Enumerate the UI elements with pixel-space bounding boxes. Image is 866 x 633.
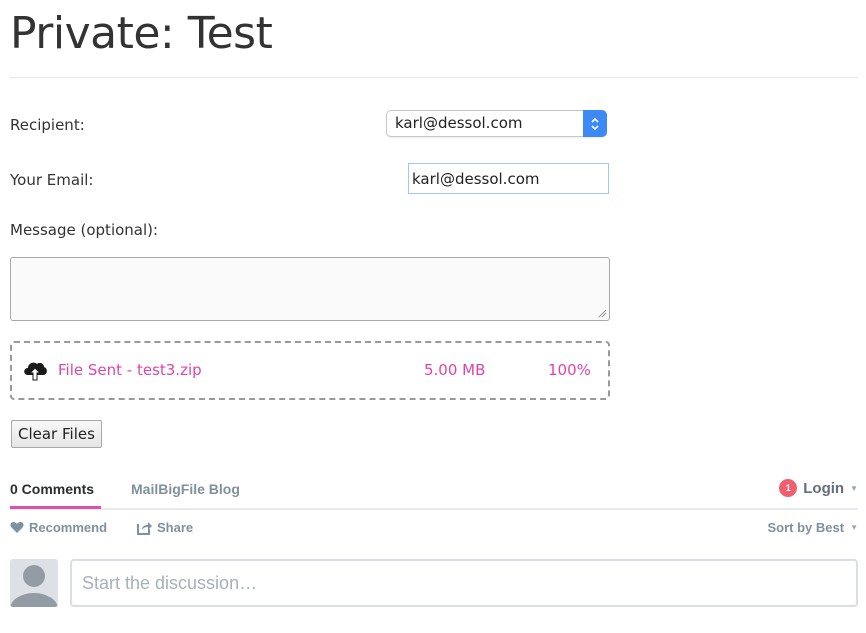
recipient-select-value: karl@dessol.com [395, 114, 523, 132]
cloud-upload-icon [24, 362, 47, 381]
login-menu[interactable]: 1 Login ▼ [779, 479, 858, 497]
caret-down-icon: ▼ [850, 483, 858, 493]
comment-actions: Recommend Share Sort by Best ▼ [10, 520, 858, 540]
caret-down-icon: ▼ [850, 523, 858, 532]
sort-dropdown[interactable]: Sort by Best ▼ [768, 520, 859, 535]
recipient-label: Recipient: [10, 116, 85, 134]
active-tab-indicator [10, 506, 101, 509]
message-textarea[interactable] [10, 257, 610, 321]
clear-files-button[interactable]: Clear Files [11, 420, 102, 448]
user-avatar-icon [10, 565, 58, 607]
recommend-label: Recommend [29, 520, 108, 535]
share-button[interactable]: Share [137, 520, 193, 535]
message-label: Message (optional): [10, 221, 159, 239]
your-email-input[interactable] [408, 163, 609, 194]
your-email-label: Your Email: [10, 171, 94, 189]
title-divider [10, 77, 858, 78]
share-icon [137, 521, 152, 535]
resize-grip-icon[interactable] [597, 308, 607, 318]
recipient-select[interactable]: karl@dessol.com [386, 110, 607, 137]
share-label: Share [157, 520, 194, 535]
login-label[interactable]: Login [803, 480, 844, 497]
discussion-input[interactable] [70, 559, 858, 607]
recommend-button[interactable]: Recommend [10, 520, 107, 535]
file-progress: 100% [548, 361, 591, 379]
sort-label: Sort by Best [767, 520, 845, 535]
notification-badge[interactable]: 1 [779, 479, 798, 497]
file-status-name: File Sent - test3.zip [58, 361, 202, 379]
select-arrows-icon [583, 110, 607, 137]
file-upload-box[interactable]: File Sent - test3.zip 5.00 MB 100% [10, 341, 610, 400]
file-size: 5.00 MB [424, 361, 486, 379]
comments-nav: 0 Comments MailBigFile Blog 1 Login ▼ [10, 477, 858, 510]
heart-icon [10, 522, 24, 533]
avatar [10, 559, 58, 607]
page-title: Private: Test [10, 8, 273, 59]
tab-comments[interactable]: 0 Comments [10, 481, 94, 506]
tab-community[interactable]: MailBigFile Blog [131, 481, 240, 497]
